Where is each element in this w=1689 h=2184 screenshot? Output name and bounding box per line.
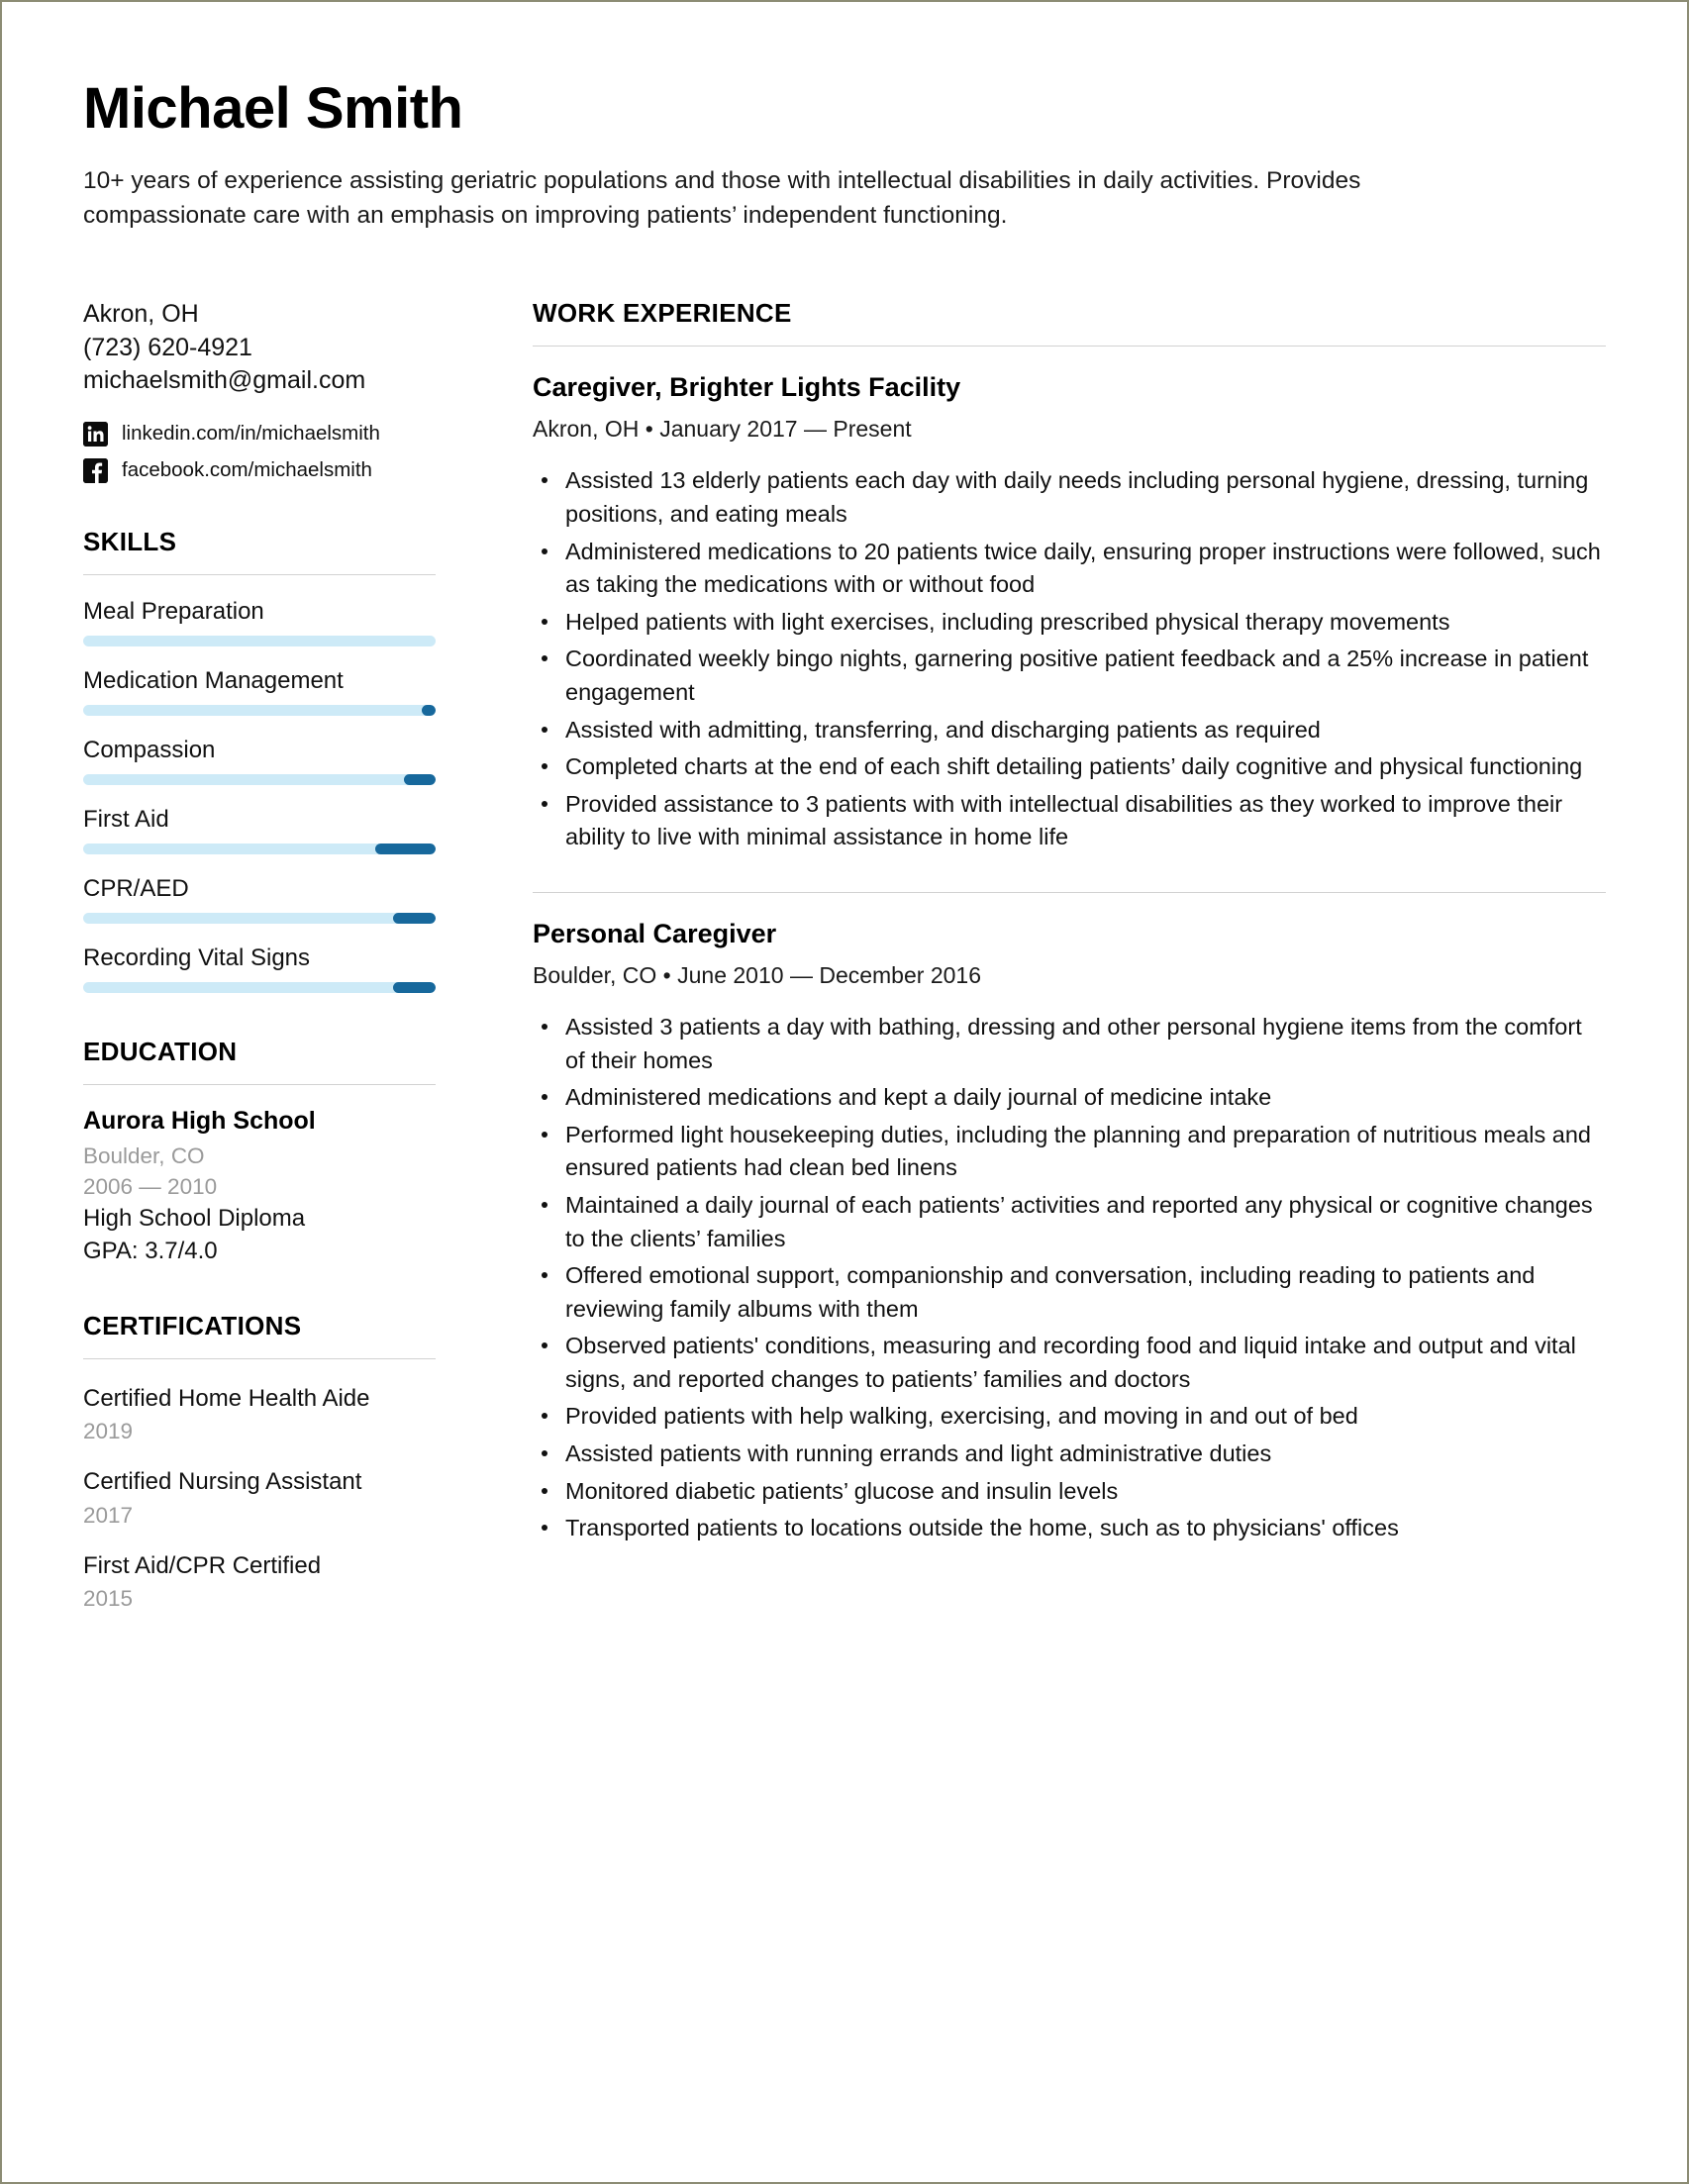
social-link-facebook[interactable]: facebook.com/michaelsmith xyxy=(83,457,436,483)
job-bullets: Assisted 13 elderly patients each day wi… xyxy=(533,464,1606,854)
job-bullet: Coordinated weekly bingo nights, garneri… xyxy=(533,643,1606,709)
linkedin-url: linkedin.com/in/michaelsmith xyxy=(122,422,380,446)
job-bullets: Assisted 3 patients a day with bathing, … xyxy=(533,1011,1606,1545)
social-link-linkedin[interactable]: linkedin.com/in/michaelsmith xyxy=(83,421,436,447)
skill-bar xyxy=(83,704,436,716)
skill-label: Medication Management xyxy=(83,666,344,694)
job-bullet: Administered medications to 20 patients … xyxy=(533,536,1606,602)
certification-item: First Aid/CPR Certified 2015 xyxy=(83,1550,436,1612)
contact-email: michaelsmith@gmail.com xyxy=(83,366,366,395)
skill-bar xyxy=(83,635,436,646)
job-bullet: Administered medications and kept a dail… xyxy=(533,1081,1606,1115)
certification-year: 2017 xyxy=(83,1502,134,1528)
education-entry: Aurora High School Boulder, CO 2006 — 20… xyxy=(83,1107,436,1267)
certifications-divider xyxy=(83,1358,436,1360)
job-title: Personal Caregiver xyxy=(533,918,777,948)
professional-summary: 10+ years of experience assisting geriat… xyxy=(83,166,1361,230)
job-bullet: Transported patients to locations outsid… xyxy=(533,1512,1606,1545)
job-bullet: Provided patients with help walking, exe… xyxy=(533,1400,1606,1434)
job-title: Caregiver, Brighter Lights Facility xyxy=(533,372,961,403)
skill-label: CPR/AED xyxy=(83,874,189,902)
certification-name: Certified Home Health Aide xyxy=(83,1385,370,1413)
skill-item: Medication Management xyxy=(83,666,436,716)
job-bullet: Assisted with admitting, transferring, a… xyxy=(533,714,1606,747)
skill-bar-fill xyxy=(375,843,436,854)
skill-label: Meal Preparation xyxy=(83,597,264,625)
job-bullet: Assisted 13 elderly patients each day wi… xyxy=(533,464,1606,531)
skills-list: Meal Preparation Medication Management C… xyxy=(83,597,436,993)
contact-location: Akron, OH xyxy=(83,300,199,329)
certifications-list: Certified Home Health Aide 2019 Certifie… xyxy=(83,1383,436,1612)
skill-bar xyxy=(83,773,436,785)
facebook-url: facebook.com/michaelsmith xyxy=(122,458,372,482)
job-bullet: Observed patients' conditions, measuring… xyxy=(533,1330,1606,1396)
job-bullet: Monitored diabetic patients’ glucose and… xyxy=(533,1475,1606,1509)
education-heading: EDUCATION xyxy=(83,1036,238,1066)
skill-item: First Aid xyxy=(83,805,436,854)
job-divider xyxy=(533,891,1606,893)
education-divider xyxy=(83,1083,436,1085)
education-location: Boulder, CO xyxy=(83,1142,205,1168)
certifications-section: CERTIFICATIONS Certified Home Health Aid… xyxy=(83,1311,436,1612)
job-bullet: Maintained a daily journal of each patie… xyxy=(533,1189,1606,1255)
certification-year: 2015 xyxy=(83,1585,134,1611)
skill-label: First Aid xyxy=(83,805,169,833)
work-experience-heading: WORK EXPERIENCE xyxy=(533,298,792,329)
education-school: Aurora High School xyxy=(83,1106,316,1135)
resume-body: Akron, OH (723) 620-4921 michaelsmith@gm… xyxy=(83,298,1606,1633)
job-bullet: Assisted 3 patients a day with bathing, … xyxy=(533,1011,1606,1077)
skill-item: Meal Preparation xyxy=(83,597,436,646)
certification-item: Certified Home Health Aide 2019 xyxy=(83,1383,436,1444)
main-content: WORK EXPERIENCE Caregiver, Brighter Ligh… xyxy=(533,298,1606,1548)
job-bullet: Provided assistance to 3 patients with w… xyxy=(533,788,1606,854)
skills-heading: SKILLS xyxy=(83,526,177,556)
linkedin-icon xyxy=(83,421,108,447)
certifications-heading: CERTIFICATIONS xyxy=(83,1311,302,1341)
education-gpa: GPA: 3.7/4.0 xyxy=(83,1238,218,1265)
social-links: linkedin.com/in/michaelsmith facebook.co… xyxy=(83,421,436,483)
job-bullet: Assisted patients with running errands a… xyxy=(533,1438,1606,1471)
facebook-icon xyxy=(83,457,108,483)
resume-page: Michael Smith 10+ years of experience as… xyxy=(0,0,1689,2184)
certification-name: First Aid/CPR Certified xyxy=(83,1551,322,1579)
education-degree: High School Diploma xyxy=(83,1205,306,1233)
page-title: Michael Smith xyxy=(83,76,463,141)
skill-label: Recording Vital Signs xyxy=(83,943,311,971)
job-bullet: Helped patients with light exercises, in… xyxy=(533,606,1606,640)
skill-bar-fill xyxy=(403,773,436,785)
skill-bar-fill xyxy=(421,704,436,716)
job-meta: Boulder, CO • June 2010 — December 2016 xyxy=(533,961,981,988)
job-entry: Personal Caregiver Boulder, CO • June 20… xyxy=(533,919,1606,1545)
skills-divider xyxy=(83,573,436,575)
education-section: EDUCATION Aurora High School Boulder, CO… xyxy=(83,1037,436,1267)
skill-label: Compassion xyxy=(83,736,216,763)
certification-year: 2019 xyxy=(83,1419,134,1444)
job-bullet: Offered emotional support, companionship… xyxy=(533,1259,1606,1326)
skill-bar xyxy=(83,843,436,854)
sidebar: Akron, OH (723) 620-4921 michaelsmith@gm… xyxy=(83,298,436,1633)
skill-bar-fill xyxy=(393,981,436,993)
job-bullet: Performed light housekeeping duties, inc… xyxy=(533,1119,1606,1185)
education-dates: 2006 — 2010 xyxy=(83,1173,218,1199)
skill-item: Recording Vital Signs xyxy=(83,943,436,993)
skill-bar xyxy=(83,981,436,993)
skill-item: Compassion xyxy=(83,736,436,785)
skill-bar-fill xyxy=(393,912,436,924)
job-bullet: Completed charts at the end of each shif… xyxy=(533,750,1606,784)
job-entry: Caregiver, Brighter Lights Facility Akro… xyxy=(533,372,1606,854)
skills-section: SKILLS Meal Preparation Medication Manag… xyxy=(83,527,436,993)
skill-item: CPR/AED xyxy=(83,874,436,924)
certification-name: Certified Nursing Assistant xyxy=(83,1468,362,1496)
job-meta: Akron, OH • January 2017 — Present xyxy=(533,416,912,443)
certification-item: Certified Nursing Assistant 2017 xyxy=(83,1466,436,1528)
contact-block: Akron, OH (723) 620-4921 michaelsmith@gm… xyxy=(83,298,436,483)
work-experience-divider xyxy=(533,346,1606,347)
skill-bar xyxy=(83,912,436,924)
contact-phone: (723) 620-4921 xyxy=(83,333,252,361)
